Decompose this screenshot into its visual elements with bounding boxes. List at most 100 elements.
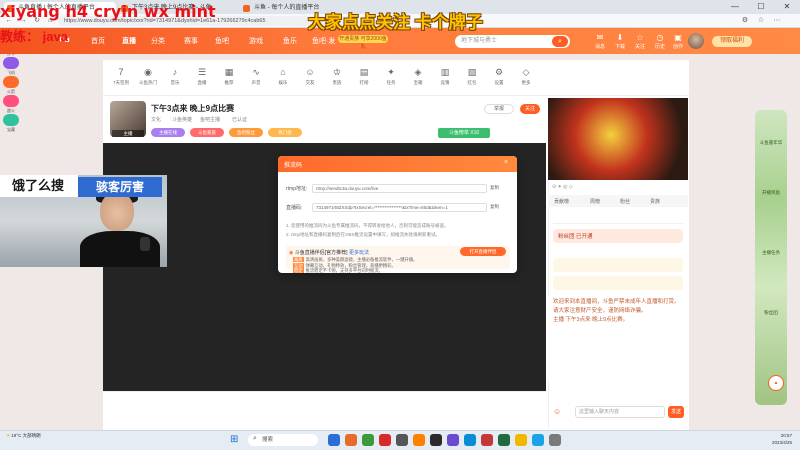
nav-item[interactable]: 鱼乐 xyxy=(283,36,297,46)
promo-row[interactable] xyxy=(553,258,683,272)
activity-banner[interactable] xyxy=(755,110,787,405)
download-button[interactable]: ⬇ 下载 xyxy=(610,33,630,50)
copy-button[interactable]: 复制 xyxy=(490,204,499,210)
search-icon[interactable]: ⌕ xyxy=(552,36,568,47)
taskbar-app-icon[interactable] xyxy=(379,434,391,446)
category-item[interactable]: ◉ 斗鱼热门 xyxy=(135,66,161,86)
stream-meta[interactable]: 斗鱼英雄 xyxy=(172,116,192,123)
menu-icon[interactable]: ⋯ xyxy=(772,16,782,26)
category-item[interactable]: 7 7天签到 xyxy=(108,66,134,86)
close-window-button[interactable]: ✕ xyxy=(774,0,800,14)
taskbar-app-icon[interactable] xyxy=(362,434,374,446)
message-button[interactable]: ✉ 消息 xyxy=(590,33,610,50)
category-item[interactable]: ▤ 打榜 xyxy=(351,66,377,86)
chat-input[interactable]: 这里输入聊天内容 xyxy=(575,406,665,418)
overlay-banner: 大家点点关注 卡个牌子 xyxy=(308,13,483,32)
taskbar-app-icon[interactable] xyxy=(328,434,340,446)
tab-weekly[interactable]: 周榜 xyxy=(590,198,600,205)
weather-widget[interactable]: ☀ 19°C 大部晴朗 xyxy=(6,432,41,439)
category-icon: ∿ xyxy=(252,67,260,77)
category-item[interactable]: ▧ 红包 xyxy=(459,66,485,86)
badge-pill[interactable]: 斗鱼家族 xyxy=(190,128,224,137)
emoji-icon[interactable]: ☺ xyxy=(553,407,571,417)
stream-key-field[interactable]: 7314971rt8ZXSdp?txSecret=***************… xyxy=(312,203,487,212)
extensions-icon[interactable]: ⚙ xyxy=(740,16,750,26)
nav-item[interactable]: 鱼吧·发 xyxy=(312,36,335,46)
minimize-button[interactable]: — xyxy=(722,0,748,14)
taskbar-app-icon[interactable] xyxy=(515,434,527,446)
gift-item[interactable]: 火箭 xyxy=(0,76,22,95)
nav-item[interactable]: 首页 xyxy=(91,36,105,46)
taskbar-app-icon[interactable] xyxy=(532,434,544,446)
chat-messages: 欢迎来到本直播间，斗鱼严禁未成年人直播和打赏。 请大家注意财产安全，谨防网络诈骗… xyxy=(553,298,685,325)
tab-noble[interactable]: 贵族 xyxy=(650,198,660,205)
category-item[interactable]: ♪ 音乐 xyxy=(162,66,188,86)
category-item[interactable]: ⌂ 娱乐 xyxy=(270,66,296,86)
taskbar-search[interactable]: 搜索 xyxy=(248,434,318,446)
category-item[interactable]: ▦ 推荐 xyxy=(216,66,242,86)
category-item[interactable]: ∿ 声音 xyxy=(243,66,269,86)
badge-pill[interactable]: 热门榜 xyxy=(268,128,302,137)
close-icon[interactable]: × xyxy=(504,159,508,166)
send-button[interactable]: 发送 xyxy=(668,406,684,418)
rtmp-address-field[interactable]: rtmp://sendtc3a.douyu.com/live xyxy=(312,184,487,193)
badge-pill[interactable]: 鱼吧粉丝 xyxy=(229,128,263,137)
tab-contribution[interactable]: 贡献榜 xyxy=(554,198,569,205)
category-item[interactable]: ☰ 直播 xyxy=(189,66,215,86)
gift-item[interactable]: 超火 xyxy=(0,95,22,114)
maximize-button[interactable]: ☐ xyxy=(748,0,774,14)
back-to-top-button[interactable]: ▲ xyxy=(768,375,784,391)
category-item[interactable]: ✦ 任务 xyxy=(378,66,404,86)
category-label: 宝箱 xyxy=(413,80,423,85)
taskbar-app-icon[interactable] xyxy=(345,434,357,446)
stream-meta[interactable]: 鱼吧主播 xyxy=(200,116,220,123)
taskbar-app-icon[interactable] xyxy=(447,434,459,446)
open-companion-button[interactable]: 打开直播伴侣 xyxy=(460,247,506,256)
nav-item[interactable]: 赛事 xyxy=(184,36,198,46)
window-controls: — ☐ ✕ xyxy=(722,0,800,14)
report-button[interactable]: 举报 xyxy=(484,104,514,114)
overlay-text-coach: 教练： java xyxy=(0,29,68,44)
create-button[interactable]: ▣ 创作 xyxy=(668,33,688,50)
category-item[interactable]: ◈ 宝箱 xyxy=(405,66,431,86)
tab-fans[interactable]: 粉丝 xyxy=(620,198,630,205)
taskbar-app-icon[interactable] xyxy=(464,434,476,446)
nav-item[interactable]: 分类 xyxy=(151,36,165,46)
copy-button[interactable]: 复制 xyxy=(490,185,499,191)
gift-item[interactable]: 飞机 xyxy=(0,57,22,76)
taskbar-app-icon[interactable] xyxy=(430,434,442,446)
follow-button[interactable]: 关注 xyxy=(520,104,540,114)
avatar[interactable] xyxy=(688,33,704,49)
follow-list-button[interactable]: ☆ 关注 xyxy=(630,33,650,50)
badge-pill[interactable]: 主播在线 xyxy=(151,128,185,137)
welfare-button[interactable]: 领取福利 xyxy=(712,36,752,47)
create-icon: ▣ xyxy=(674,33,682,42)
taskbar-app-icon[interactable] xyxy=(413,434,425,446)
category-item[interactable]: ☺ 交友 xyxy=(297,66,323,86)
favorites-icon[interactable]: ☆ xyxy=(756,16,766,26)
taskbar-app-icon[interactable] xyxy=(498,434,510,446)
history-button[interactable]: ◷ 历史 xyxy=(650,33,670,50)
stream-meta[interactable]: 已认证 xyxy=(232,116,247,123)
taskbar-app-icon[interactable] xyxy=(396,434,408,446)
category-label: 斗鱼热门 xyxy=(139,80,157,85)
system-clock[interactable]: 20:57 2023/4/25 xyxy=(752,432,792,446)
category-item[interactable]: ▥ 竞猜 xyxy=(432,66,458,86)
nav-item[interactable]: 游戏 xyxy=(249,36,263,46)
activity-label: 主播任务 xyxy=(762,250,780,255)
vip-badge[interactable]: 开通贵族 可享2000鱼丸 xyxy=(338,35,388,50)
windows-start-icon[interactable]: ⊞ xyxy=(230,434,242,446)
stream-meta[interactable]: 文化 xyxy=(151,116,161,123)
promo-row[interactable] xyxy=(553,276,683,290)
taskbar-app-icon[interactable] xyxy=(549,434,561,446)
gift-item[interactable]: 宝藏 xyxy=(0,114,22,133)
live-thumbnail[interactable] xyxy=(548,98,688,180)
taskbar-app-icon[interactable] xyxy=(481,434,493,446)
more-link[interactable]: 更多玩法 xyxy=(349,250,369,256)
nav-item[interactable]: 鱼吧 xyxy=(215,36,229,46)
nav-item[interactable]: 直播 xyxy=(122,36,136,46)
category-item[interactable]: ◇ 更多 xyxy=(513,66,539,86)
category-item[interactable]: ♔ 贵族 xyxy=(324,66,350,86)
rank-tag[interactable]: 斗鱼榜单 X10 xyxy=(438,128,490,138)
category-item[interactable]: ⚙ 设置 xyxy=(486,66,512,86)
